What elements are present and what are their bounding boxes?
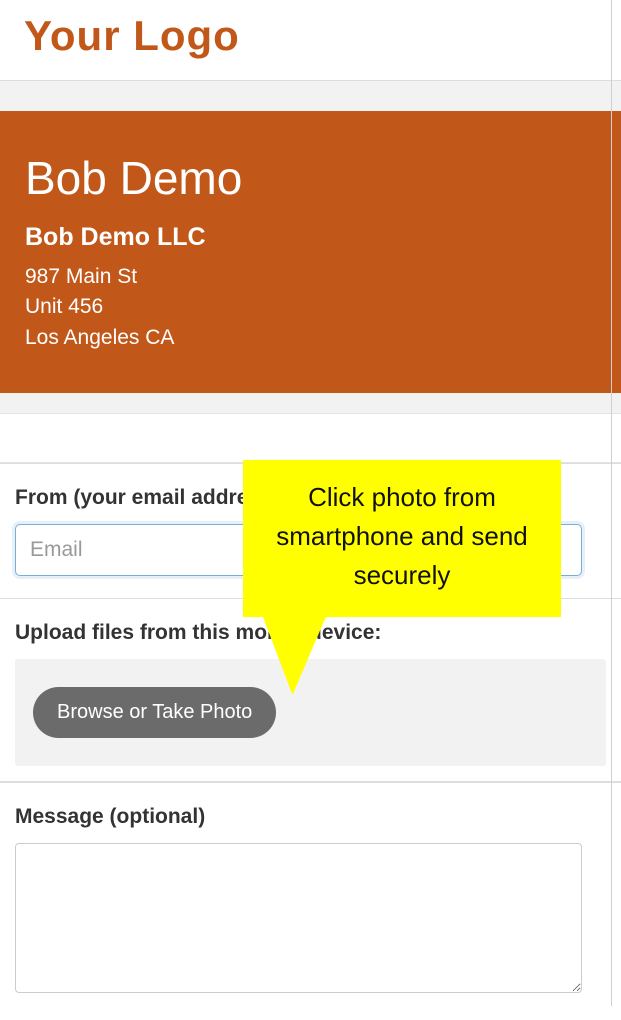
contact-company: Bob Demo LLC [25,223,596,252]
callout-text: Click photo from smartphone and send sec… [276,482,528,590]
browse-or-take-photo-button[interactable]: Browse or Take Photo [33,687,276,738]
logo-bar: Your Logo [0,0,621,81]
contact-addr3: Los Angeles CA [25,323,596,353]
message-section: Message (optional) [0,782,621,1020]
callout-annotation: Click photo from smartphone and send sec… [243,460,561,617]
message-textarea[interactable] [15,843,582,993]
message-label: Message (optional) [15,805,606,829]
contact-addr2: Unit 456 [25,292,596,322]
contact-name: Bob Demo [25,151,596,205]
callout-tail [262,613,341,695]
spacer [0,413,621,463]
divider [611,0,612,1006]
logo: Your Logo [24,12,597,60]
contact-hero: Bob Demo Bob Demo LLC 987 Main St Unit 4… [0,111,621,393]
contact-addr1: 987 Main St [25,262,596,292]
